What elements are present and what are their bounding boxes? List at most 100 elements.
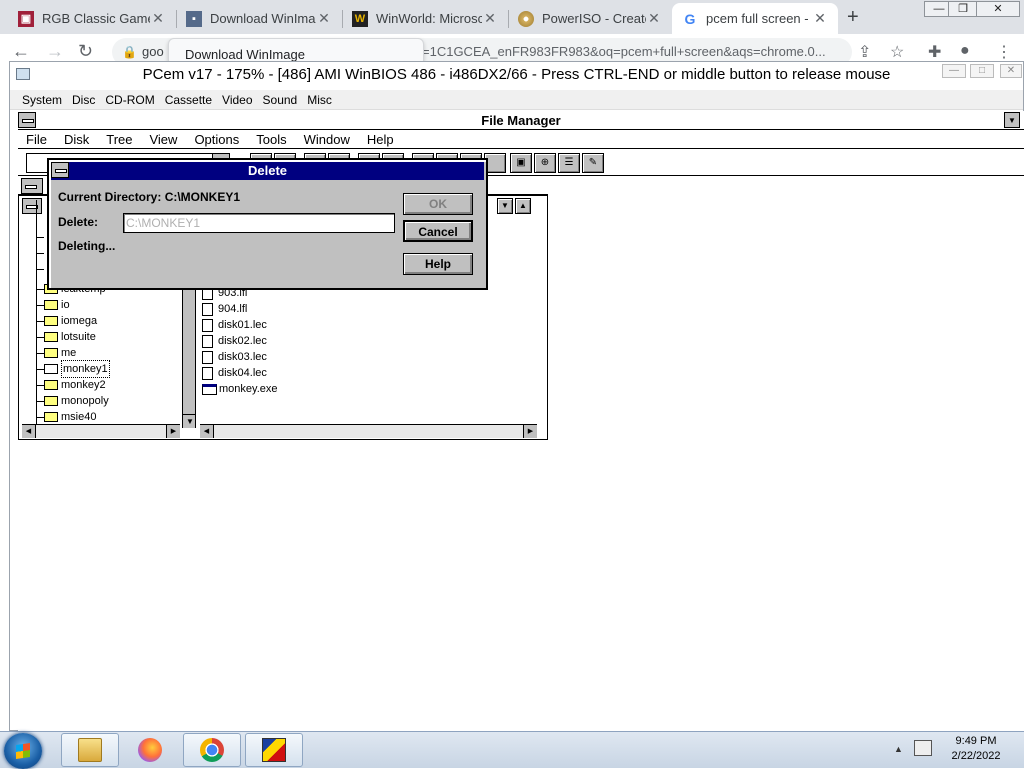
scroll-left-arrow-icon[interactable]: ◀	[200, 425, 214, 438]
cancel-button[interactable]: Cancel	[403, 220, 473, 242]
list-view-icon[interactable]: ☰	[558, 153, 580, 173]
file-item[interactable]: disk02.lec	[202, 333, 267, 349]
folder-icon	[44, 300, 58, 310]
pcem-menu-sound[interactable]: Sound	[263, 93, 298, 107]
folder-icon	[44, 380, 58, 390]
profile-avatar-icon[interactable]: ●	[960, 42, 970, 60]
google-icon: G	[684, 10, 696, 27]
delete-dialog-title: Delete	[247, 163, 288, 178]
chrome-taskbar-button[interactable]	[183, 733, 241, 767]
menu-help[interactable]: Help	[367, 132, 394, 147]
pcem-menu-cassette[interactable]: Cassette	[165, 93, 212, 107]
disk-copy-icon[interactable]: ▣	[510, 153, 532, 173]
file-explorer-taskbar-button[interactable]	[61, 733, 119, 767]
close-tab-icon[interactable]: ✕	[316, 10, 332, 27]
properties-icon[interactable]: ✎	[582, 153, 604, 173]
browser-tab-pcem-search[interactable]: G pcem full screen - ✕	[672, 3, 838, 34]
file-item[interactable]: disk01.lec	[202, 317, 267, 333]
control-menu-box-icon[interactable]	[51, 162, 69, 178]
reload-icon[interactable]: ↻	[78, 41, 93, 62]
help-button[interactable]: Help	[403, 253, 473, 275]
forward-arrow-icon[interactable]: →	[46, 41, 64, 62]
more-menu-icon[interactable]: ⋮	[996, 42, 1012, 62]
close-window-button[interactable]: ✕	[976, 1, 1020, 17]
pcem-menu-disc[interactable]: Disc	[72, 93, 95, 107]
clock[interactable]: 9:49 PM 2/22/2022	[935, 734, 1017, 764]
bookmark-star-icon[interactable]: ☆	[890, 42, 904, 62]
tree-folder[interactable]: iomega	[44, 313, 97, 329]
share-icon[interactable]: ⇪	[858, 42, 871, 62]
file-item[interactable]: monkey.exe	[202, 381, 278, 397]
pcem-menu-system[interactable]: System	[22, 93, 62, 107]
folder-icon	[44, 412, 58, 422]
delete-path-field[interactable]: C:\MONKEY1	[123, 213, 395, 233]
delete-label: Delete:	[58, 215, 99, 229]
menu-tools[interactable]: Tools	[256, 132, 286, 147]
close-tab-icon[interactable]: ✕	[812, 10, 828, 27]
pcem-maximize-button[interactable]: □	[970, 64, 994, 78]
current-directory-label: Current Directory: C:\MONKEY1	[58, 190, 241, 204]
pcem-close-button[interactable]: ✕	[1000, 64, 1022, 78]
show-hidden-icons-icon[interactable]: ▲	[894, 744, 903, 754]
document-icon	[202, 302, 213, 316]
file-manager-title-bar: File Manager ▼	[18, 111, 1024, 130]
pcem-menu-video[interactable]: Video	[222, 93, 252, 107]
tree-folder[interactable]: monkey2	[44, 377, 106, 393]
scroll-left-arrow-icon[interactable]: ◀	[22, 425, 36, 438]
tree-folder-selected[interactable]: monkey1	[44, 360, 110, 378]
browser-tab-winworld[interactable]: W WinWorld: Microsc ✕	[342, 3, 508, 34]
file-item[interactable]: disk04.lec	[202, 365, 267, 381]
firefox-taskbar-button[interactable]	[121, 733, 179, 767]
menu-view[interactable]: View	[149, 132, 177, 147]
pcem-minimize-button[interactable]: —	[942, 64, 966, 78]
pcem-menu-cdrom[interactable]: CD-ROM	[105, 93, 154, 107]
maximize-up-arrow-icon[interactable]: ▲	[515, 198, 531, 214]
back-arrow-icon[interactable]: ←	[12, 41, 30, 62]
menu-options[interactable]: Options	[194, 132, 239, 147]
menu-window[interactable]: Window	[304, 132, 350, 147]
tab-title: pcem full screen -	[706, 11, 809, 26]
new-tab-button[interactable]: +	[847, 6, 859, 29]
menu-file[interactable]: File	[26, 132, 47, 147]
start-button[interactable]	[4, 733, 42, 769]
scroll-right-arrow-icon[interactable]: ▶	[523, 425, 537, 438]
file-item[interactable]: 904.lfl	[202, 301, 247, 317]
file-item[interactable]: disk03.lec	[202, 349, 267, 365]
pcem-menu-misc[interactable]: Misc	[307, 93, 332, 107]
control-menu-box-icon[interactable]	[18, 112, 36, 128]
close-tab-icon[interactable]: ✕	[150, 10, 166, 27]
menu-disk[interactable]: Disk	[64, 132, 89, 147]
tree-folder[interactable]: io	[44, 297, 70, 313]
folder-icon	[44, 348, 58, 358]
tab-title: RGB Classic Games	[42, 11, 150, 26]
close-tab-icon[interactable]: ✕	[646, 10, 662, 27]
scroll-down-arrow-icon[interactable]: ▼	[183, 414, 195, 428]
minimize-arrow-icon[interactable]: ▼	[1004, 112, 1020, 128]
taskbar: ▲ 9:49 PM 2/22/2022	[0, 731, 1024, 769]
document-icon	[202, 366, 213, 380]
files-horizontal-scrollbar[interactable]: ◀ ▶	[200, 424, 537, 438]
extensions-puzzle-icon[interactable]: ✚	[928, 42, 941, 62]
network-icon[interactable]	[914, 740, 932, 756]
tree-horizontal-scrollbar[interactable]: ◀ ▶	[22, 424, 180, 438]
browser-tab-rgb-classic-games[interactable]: ▣ RGB Classic Games ✕	[8, 3, 176, 34]
share-directory-icon[interactable]: ⊕	[534, 153, 556, 173]
restore-button[interactable]: ❐	[948, 1, 978, 17]
rgb-classic-games-icon: ▣	[18, 10, 34, 27]
pcem-taskbar-button[interactable]	[245, 733, 303, 767]
menu-tree[interactable]: Tree	[106, 132, 132, 147]
pcem-app-icon	[16, 68, 30, 80]
tree-folder[interactable]: monopoly	[44, 393, 109, 409]
browser-tab-download-winimage[interactable]: ▪ Download WinIma ✕	[176, 3, 342, 34]
scroll-right-arrow-icon[interactable]: ▶	[166, 425, 180, 438]
tree-folder[interactable]: lotsuite	[44, 329, 96, 345]
ok-button[interactable]: OK	[403, 193, 473, 215]
close-tab-icon[interactable]: ✕	[482, 10, 498, 27]
tree-folder[interactable]: msie40	[44, 409, 96, 425]
tree-folder[interactable]: me	[44, 345, 76, 361]
drive-icon[interactable]	[21, 178, 43, 194]
restore-down-arrow-icon[interactable]: ▼	[497, 198, 513, 214]
tab-title: PowerISO - Create	[542, 11, 646, 26]
pcem-title-bar: PCem v17 - 175% - [486] AMI WinBIOS 486 …	[10, 62, 1023, 88]
browser-tab-poweriso[interactable]: PowerISO - Create ✕	[508, 3, 672, 34]
